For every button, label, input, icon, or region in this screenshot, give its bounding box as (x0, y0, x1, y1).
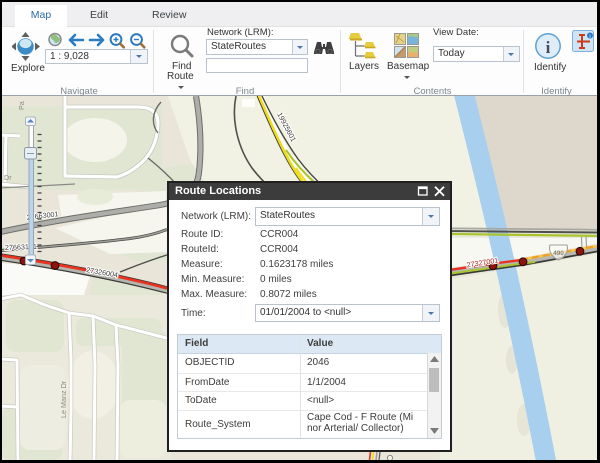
svg-text:i: i (546, 38, 551, 57)
svg-text:i: i (589, 34, 590, 40)
svg-text:490: 490 (553, 250, 564, 257)
svg-text:Pa: Pa (17, 101, 26, 110)
svg-text:Dr: Dr (4, 173, 12, 182)
svg-text:Le Manz Dr: Le Manz Dr (59, 380, 68, 418)
